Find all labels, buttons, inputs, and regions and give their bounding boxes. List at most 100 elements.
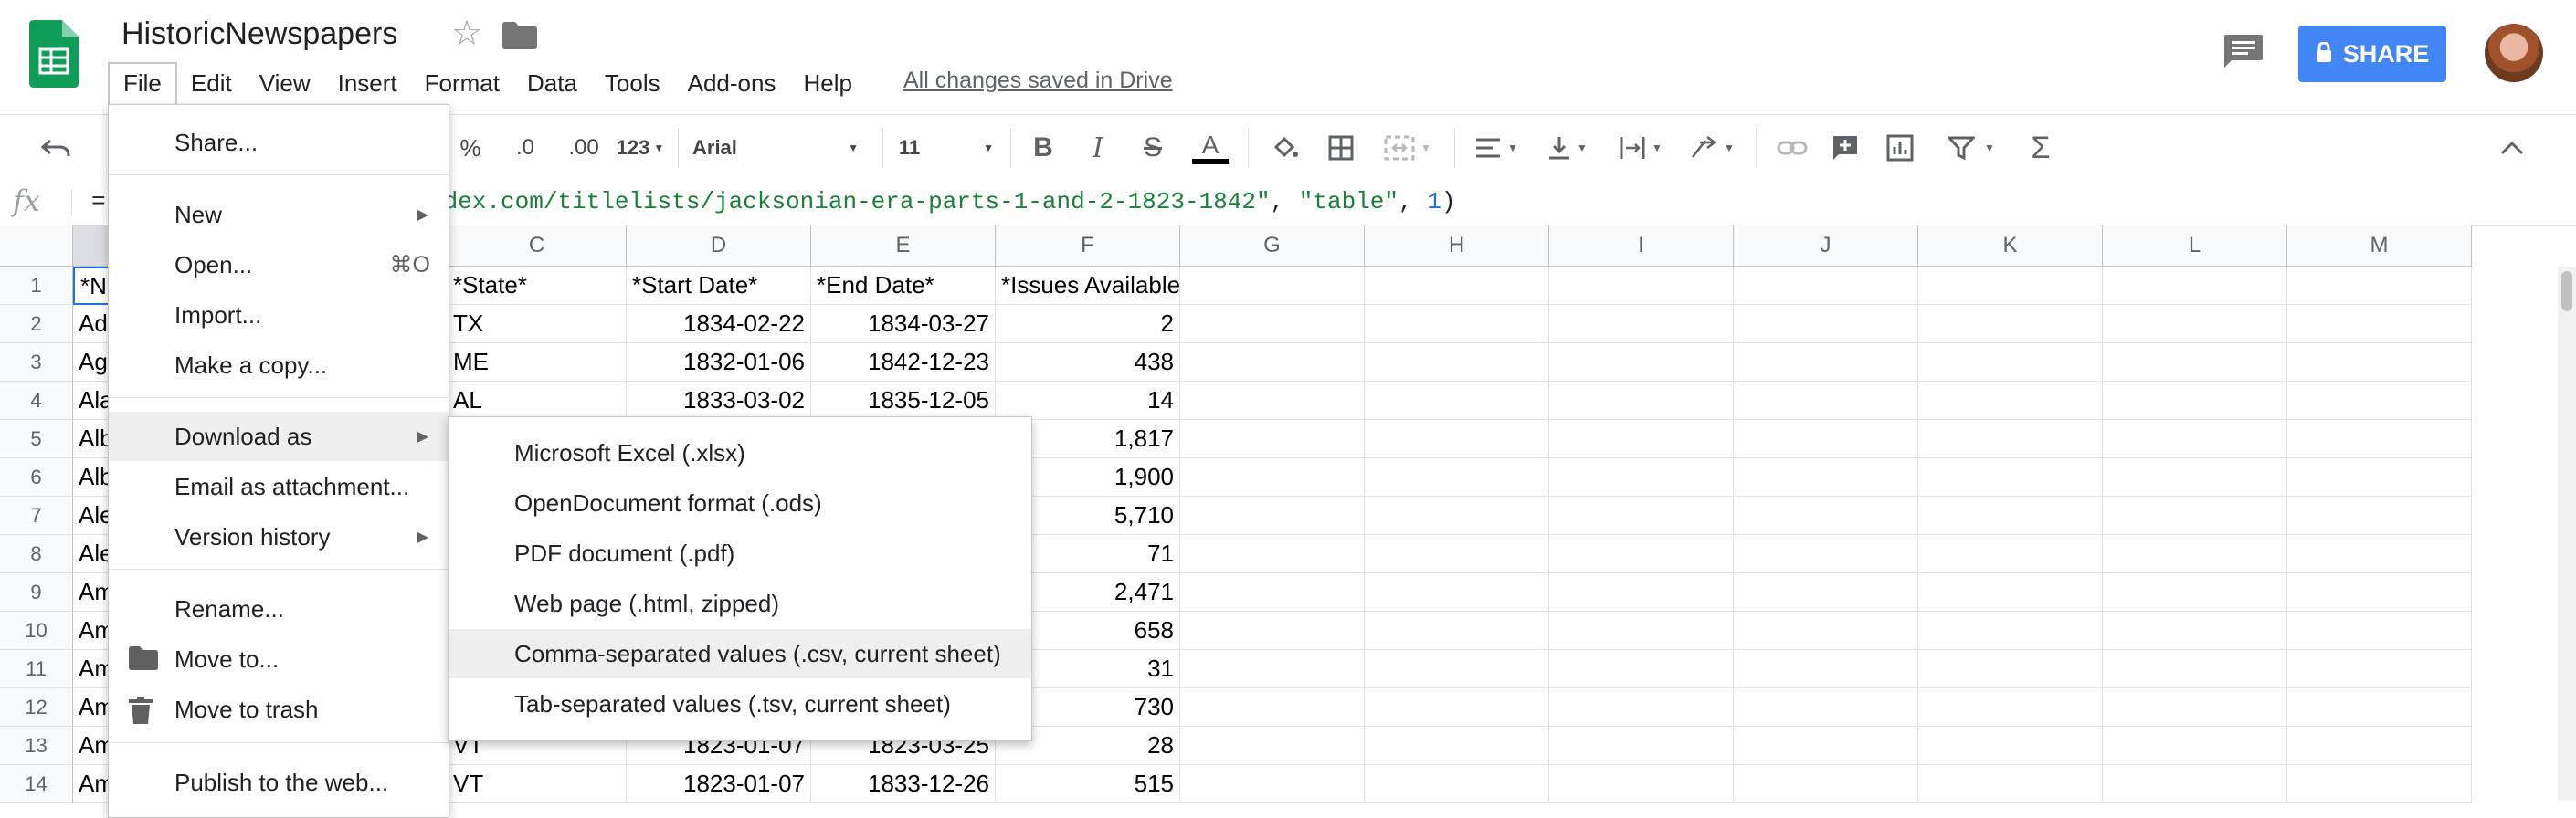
- cell-empty[interactable]: [1180, 497, 1365, 535]
- cell-empty[interactable]: [1549, 382, 1734, 420]
- share-button[interactable]: SHARE: [2298, 26, 2446, 82]
- cell-empty[interactable]: [1734, 573, 1918, 612]
- cell-empty[interactable]: [1549, 765, 1734, 803]
- cell-c[interactable]: TX: [448, 305, 627, 343]
- cell-empty[interactable]: [1180, 573, 1365, 612]
- cell-empty[interactable]: [1180, 267, 1365, 305]
- cell-empty[interactable]: [2103, 420, 2287, 458]
- cell-empty[interactable]: [2103, 650, 2287, 688]
- cell-d[interactable]: 1823-01-07: [627, 765, 811, 803]
- row-header[interactable]: 10: [0, 612, 73, 650]
- cell-empty[interactable]: [1365, 458, 1549, 497]
- cell-empty[interactable]: [1918, 688, 2103, 727]
- cell-d[interactable]: 1833-03-02: [627, 382, 811, 420]
- cell-empty[interactable]: [2103, 612, 2287, 650]
- bold-button[interactable]: B: [1021, 128, 1065, 168]
- document-title[interactable]: HistoricNewspapers: [121, 16, 397, 52]
- cell-c[interactable]: ME: [448, 343, 627, 382]
- cell-f[interactable]: *Issues Available*: [996, 267, 1180, 305]
- cell-empty[interactable]: [1549, 573, 1734, 612]
- cell-empty[interactable]: [1549, 458, 1734, 497]
- cell-empty[interactable]: [1734, 267, 1918, 305]
- borders-icon[interactable]: [1319, 128, 1363, 168]
- cell-empty[interactable]: [1365, 765, 1549, 803]
- menu-data[interactable]: Data: [513, 65, 591, 101]
- row-header[interactable]: 4: [0, 382, 73, 420]
- decrease-decimals-button[interactable]: .0: [501, 128, 550, 168]
- download-option-tsv[interactable]: Tab-separated values (.tsv, current shee…: [449, 679, 1031, 729]
- menu-item-publish-to-web[interactable]: Publish to the web...: [109, 758, 449, 807]
- comment-icon[interactable]: [2224, 35, 2263, 68]
- fill-color-icon[interactable]: [1262, 128, 1306, 168]
- text-rotation-icon[interactable]: ▼: [1683, 128, 1741, 168]
- cell-empty[interactable]: [1549, 343, 1734, 382]
- column-header-e[interactable]: E: [811, 225, 996, 267]
- cell-empty[interactable]: [1549, 688, 1734, 727]
- cell-empty[interactable]: [1365, 343, 1549, 382]
- cell-empty[interactable]: [2287, 305, 2472, 343]
- folder-icon[interactable]: [502, 22, 537, 49]
- percent-format-button[interactable]: %: [448, 128, 493, 168]
- row-header[interactable]: 9: [0, 573, 73, 612]
- cell-empty[interactable]: [1180, 420, 1365, 458]
- insert-link-icon[interactable]: [1770, 128, 1814, 168]
- row-header[interactable]: 1: [0, 267, 73, 305]
- column-header-h[interactable]: H: [1365, 225, 1549, 267]
- cell-empty[interactable]: [1918, 765, 2103, 803]
- cell-empty[interactable]: [1918, 535, 2103, 573]
- row-header[interactable]: 14: [0, 765, 73, 803]
- column-header-j[interactable]: J: [1734, 225, 1918, 267]
- menu-help[interactable]: Help: [789, 65, 865, 101]
- cell-empty[interactable]: [1180, 612, 1365, 650]
- cell-empty[interactable]: [2287, 765, 2472, 803]
- cell-empty[interactable]: [1734, 688, 1918, 727]
- cell-f[interactable]: 515: [996, 765, 1180, 803]
- row-header[interactable]: 5: [0, 420, 73, 458]
- cell-empty[interactable]: [1180, 765, 1365, 803]
- cell-empty[interactable]: [1365, 727, 1549, 765]
- cell-empty[interactable]: [1734, 382, 1918, 420]
- cell-empty[interactable]: [1549, 727, 1734, 765]
- cell-empty[interactable]: [2103, 497, 2287, 535]
- cell-empty[interactable]: [1180, 343, 1365, 382]
- cell-empty[interactable]: [1918, 305, 2103, 343]
- save-status-link[interactable]: All changes saved in Drive: [903, 68, 1173, 94]
- menu-item-share[interactable]: Share...: [109, 118, 449, 167]
- row-header[interactable]: 12: [0, 688, 73, 727]
- cell-empty[interactable]: [1918, 612, 2103, 650]
- column-header-m[interactable]: M: [2287, 225, 2472, 267]
- cell-empty[interactable]: [2103, 727, 2287, 765]
- cell-empty[interactable]: [1365, 267, 1549, 305]
- cell-e[interactable]: 1835-12-05: [811, 382, 996, 420]
- cell-empty[interactable]: [1734, 420, 1918, 458]
- row-header[interactable]: 7: [0, 497, 73, 535]
- cell-empty[interactable]: [1918, 727, 2103, 765]
- cell-empty[interactable]: [1918, 458, 2103, 497]
- download-option-html-zipped[interactable]: Web page (.html, zipped): [449, 579, 1031, 628]
- more-formats-dropdown[interactable]: 123 ▼: [610, 128, 670, 168]
- cell-empty[interactable]: [1734, 497, 1918, 535]
- cell-c[interactable]: AL: [448, 382, 627, 420]
- horizontal-align-icon[interactable]: ▼: [1467, 128, 1526, 168]
- vertical-scrollbar[interactable]: [2558, 267, 2576, 801]
- cell-empty[interactable]: [2287, 497, 2472, 535]
- menu-insert[interactable]: Insert: [324, 65, 411, 101]
- cell-empty[interactable]: [1549, 650, 1734, 688]
- row-header[interactable]: 2: [0, 305, 73, 343]
- insert-comment-icon[interactable]: [1823, 128, 1867, 168]
- menu-addons[interactable]: Add-ons: [674, 65, 790, 101]
- column-header-c[interactable]: C: [448, 225, 627, 267]
- cell-empty[interactable]: [1365, 612, 1549, 650]
- cell-e[interactable]: *End Date*: [811, 267, 996, 305]
- cell-empty[interactable]: [1734, 650, 1918, 688]
- menu-item-new[interactable]: New ▶: [109, 190, 449, 239]
- menu-item-move-to[interactable]: Move to...: [109, 634, 449, 684]
- collapse-toolbar-icon[interactable]: [2490, 128, 2534, 168]
- column-header-f[interactable]: F: [996, 225, 1180, 267]
- cell-d[interactable]: 1834-02-22: [627, 305, 811, 343]
- column-header-d[interactable]: D: [627, 225, 811, 267]
- cell-empty[interactable]: [1734, 535, 1918, 573]
- cell-empty[interactable]: [2103, 765, 2287, 803]
- cell-empty[interactable]: [1918, 497, 2103, 535]
- menu-view[interactable]: View: [246, 65, 324, 101]
